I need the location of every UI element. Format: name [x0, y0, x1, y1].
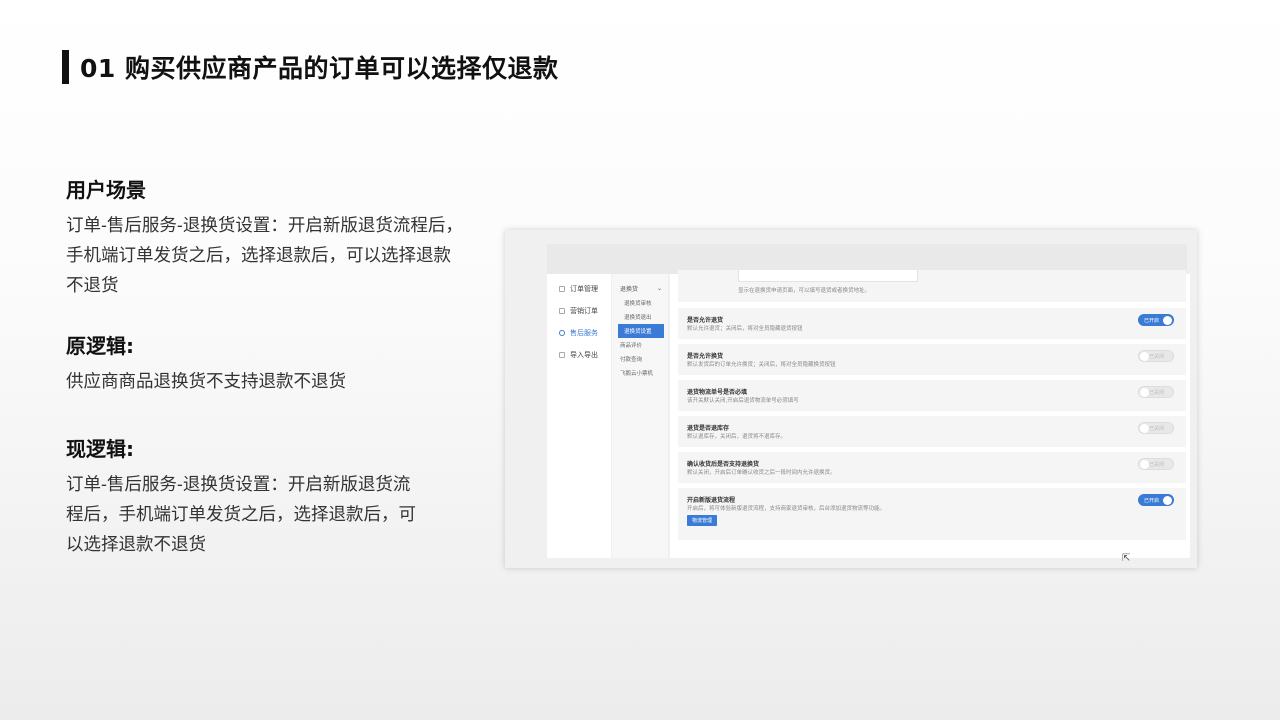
- embedded-screenshot: 订单管理 营销订单 售后服务 导入导出 退换货 ⌄ 退换货审核 退换货退出 退换货…: [505, 230, 1197, 568]
- import-icon: [559, 352, 565, 358]
- section-user-scenario: 用户场景 订单-售后服务-退换货设置：开启新版退货流程后，手机端订单发货之后，选…: [66, 177, 466, 301]
- setting-title: 开启新版退货流程: [687, 497, 736, 504]
- setting-desc: 默认允许退货；关闭后，将对全员隐藏退货按钮: [687, 326, 803, 332]
- nav-item-printer[interactable]: 飞鹅云小票机: [612, 366, 668, 380]
- setting-desc: 该开关默认关闭,开启后退货物流单号必须填写: [687, 398, 799, 404]
- toggle-switch[interactable]: 已关闭: [1138, 458, 1174, 470]
- section-heading: 用户场景: [66, 178, 146, 202]
- toggle-switch[interactable]: 已开启: [1138, 314, 1174, 326]
- section-new-logic: 现逻辑: 订单-售后服务-退换货设置：开启新版退货流程后，手机端订单发货之后，选…: [66, 436, 416, 560]
- setting-title: 退货物流单号是否必填: [687, 389, 748, 396]
- page-title: 01 购买供应商产品的订单可以选择仅退款: [80, 54, 559, 83]
- primary-nav: 订单管理 营销订单 售后服务 导入导出: [547, 274, 611, 558]
- setting-after-receipt: 确认收货后是否支持退换货 默认关闭，开启后订单确认收货之后一段时间内允许退换货。…: [678, 452, 1186, 483]
- nav-group-returns[interactable]: 退换货 ⌄: [612, 280, 668, 296]
- setting-title: 是否允许退货: [687, 317, 724, 324]
- title-accent-bar: [62, 50, 69, 84]
- section-body: 订单-售后服务-退换货设置：开启新版退货流程后，手机端订单发货之后，选择退款后，…: [66, 216, 463, 296]
- toggle-switch[interactable]: 已关闭: [1138, 386, 1174, 398]
- nav-item-reviews[interactable]: 商品评价: [612, 338, 668, 352]
- setting-title: 退货是否退库存: [687, 425, 730, 432]
- nav-subitem-return-exit[interactable]: 退换货退出: [612, 310, 668, 324]
- section-old-logic: 原逻辑: 供应商商品退换货不支持退款不退货: [66, 333, 466, 397]
- address-hint: 显示在退换货申请页面，可以填写退货或者换货地址。: [738, 288, 871, 294]
- nav-subitem-return-settings[interactable]: 退换货设置: [618, 324, 664, 338]
- nav-item-order-management[interactable]: 订单管理: [547, 278, 611, 300]
- nav-item-import-export[interactable]: 导入导出: [547, 344, 611, 366]
- settings-panel: 显示在退换货申请页面，可以填写退货或者换货地址。 是否允许退货 默认允许退货；关…: [670, 270, 1190, 564]
- section-body: 供应商商品退换货不支持退款不退货: [66, 372, 346, 392]
- secondary-nav: 退换货 ⌄ 退换货审核 退换货退出 退换货设置 商品评价 付款查询 飞鹅云小票机: [612, 274, 668, 558]
- setting-desc: 默认发货后的订单允许换货；关闭后，将对全员隐藏换货按钮: [687, 362, 836, 368]
- setting-new-return-flow: 开启新版退货流程 开启后，将可体验新版退货流程，支持商家退货审核，后台添加退货物…: [678, 488, 1186, 540]
- setting-restock: 退货是否退库存 默认退库存，关闭后，退货将不退库存。 已关闭: [678, 416, 1186, 447]
- setting-allow-return: 是否允许退货 默认允许退货；关闭后，将对全员隐藏退货按钮 已开启: [678, 308, 1186, 339]
- service-icon: [559, 330, 565, 336]
- mouse-cursor-icon: ⇱: [1122, 553, 1131, 564]
- order-icon: [559, 286, 565, 292]
- section-body: 订单-售后服务-退换货设置：开启新版退货流程后，手机端订单发货之后，选择退款后，…: [66, 475, 416, 555]
- marketing-icon: [559, 308, 565, 314]
- toggle-switch[interactable]: 已关闭: [1138, 422, 1174, 434]
- setting-allow-exchange: 是否允许换货 默认发货后的订单允许换货；关闭后，将对全员隐藏换货按钮 已关闭: [678, 344, 1186, 375]
- address-input[interactable]: [738, 270, 918, 282]
- setting-tracking-required: 退货物流单号是否必填 该开关默认关闭,开启后退货物流单号必须填写 已关闭: [678, 380, 1186, 411]
- setting-desc: 默认退库存，关闭后，退货将不退库存。: [687, 434, 787, 440]
- toggle-switch[interactable]: 已关闭: [1138, 350, 1174, 362]
- nav-item-after-sales[interactable]: 售后服务: [547, 322, 611, 344]
- setting-title: 是否允许换货: [687, 353, 724, 360]
- section-heading: 原逻辑:: [66, 334, 134, 358]
- section-heading: 现逻辑:: [66, 437, 134, 461]
- setting-desc: 开启后，将可体验新版退货流程，支持商家退货审核，后台添加退货物流等功能。: [687, 506, 886, 512]
- nav-subitem-return-review[interactable]: 退换货审核: [612, 296, 668, 310]
- setting-desc: 默认关闭，开启后订单确认收货之后一段时间内允许退换货。: [687, 470, 836, 476]
- nav-item-payment-query[interactable]: 付款查询: [612, 352, 668, 366]
- logistics-management-button[interactable]: 物流管理: [687, 515, 717, 526]
- chevron-down-icon: ⌄: [656, 284, 662, 292]
- toggle-switch[interactable]: 已开启: [1138, 494, 1174, 506]
- address-card: 显示在退换货申请页面，可以填写退货或者换货地址。: [678, 270, 1186, 302]
- nav-item-marketing-orders[interactable]: 营销订单: [547, 300, 611, 322]
- setting-title: 确认收货后是否支持退换货: [687, 461, 760, 468]
